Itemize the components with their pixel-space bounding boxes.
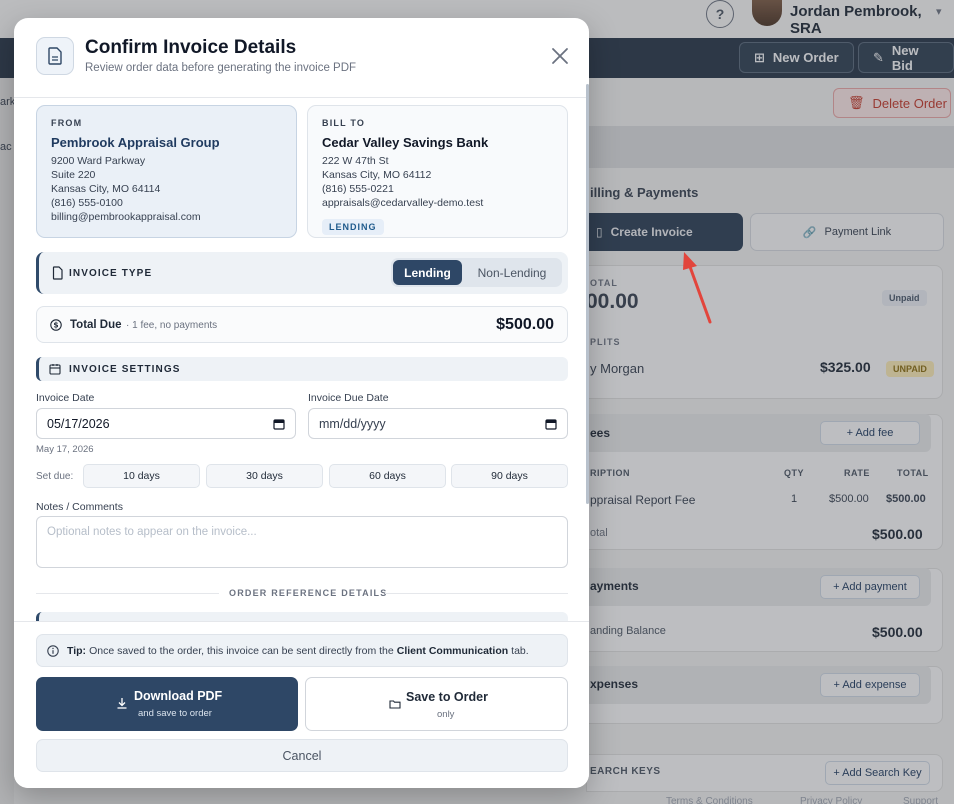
- invoice-settings-header: INVOICE SETTINGS: [36, 357, 568, 381]
- invoice-date-hint: May 17, 2026: [36, 444, 94, 455]
- due-90-days-button[interactable]: 90 days: [451, 464, 568, 488]
- download-icon: [117, 698, 127, 709]
- info-icon: [47, 645, 59, 657]
- due-30-days-button[interactable]: 30 days: [206, 464, 323, 488]
- lending-tag: LENDING: [322, 219, 384, 235]
- download-pdf-sublabel: and save to order: [138, 708, 212, 719]
- bill-to-phone: (816) 555-0221: [322, 183, 394, 195]
- bill-to-city: Kansas City, MO 64112: [322, 169, 432, 181]
- total-due-amount: $500.00: [496, 316, 554, 333]
- bill-to-address1: 222 W 47th St: [322, 155, 389, 167]
- invoice-date-label: Invoice Date: [36, 392, 95, 404]
- non-lending-option[interactable]: Non-Lending: [464, 260, 560, 285]
- bill-to-name: Cedar Valley Savings Bank: [322, 135, 489, 150]
- notes-label: Notes / Comments: [36, 501, 123, 513]
- modal-subtitle: Review order data before generating the …: [85, 62, 357, 74]
- from-name: Pembrook Appraisal Group: [51, 135, 220, 150]
- divider: [385, 593, 568, 594]
- tip-prefix: Tip:: [67, 644, 87, 657]
- download-pdf-label: Download PDF: [134, 689, 223, 703]
- tip-banner: Tip: Once saved to the order, this invoi…: [36, 634, 568, 667]
- modal-scrollbar[interactable]: [586, 84, 589, 504]
- due-date-label: Invoice Due Date: [308, 392, 389, 404]
- from-address2: Suite 220: [51, 169, 96, 181]
- total-due-bar: $ Total Due · 1 fee, no payments $500.00: [36, 306, 568, 343]
- calendar-icon[interactable]: [545, 418, 557, 430]
- due-date-input[interactable]: mm/dd/yyyy: [308, 408, 568, 439]
- invoice-date-value: 05/17/2026: [47, 416, 110, 431]
- bill-to-card: BILL TO Cedar Valley Savings Bank 222 W …: [307, 105, 568, 238]
- from-phone: (816) 555-0100: [51, 197, 123, 209]
- save-to-order-label: Save to Order: [406, 690, 488, 704]
- from-label: FROM: [51, 118, 83, 128]
- save-to-order-sublabel: only: [437, 709, 455, 720]
- total-due-label: Total Due: [70, 319, 122, 331]
- from-address1: 9200 Ward Parkway: [51, 155, 146, 167]
- invoice-settings-label: INVOICE SETTINGS: [69, 364, 181, 375]
- bill-to-email: appraisals@cedarvalley-demo.test: [322, 197, 484, 209]
- tip-emphasis: Client Communication: [396, 644, 509, 657]
- invoice-type-label: INVOICE TYPE: [69, 268, 153, 279]
- set-due-label: Set due:: [36, 471, 74, 482]
- lending-option[interactable]: Lending: [393, 260, 462, 285]
- divider: [36, 593, 219, 594]
- dollar-circle-icon: $: [50, 319, 62, 331]
- calendar-icon: [49, 364, 61, 375]
- due-60-days-button[interactable]: 60 days: [329, 464, 446, 488]
- document-icon: [36, 37, 74, 75]
- invoice-type-toggle: Lending Non-Lending: [391, 258, 562, 287]
- tip-text: Once saved to the order, this invoice ca…: [89, 644, 394, 657]
- cancel-button[interactable]: Cancel: [36, 739, 568, 772]
- tip-text-end: tab.: [511, 644, 529, 657]
- invoice-type-section: INVOICE TYPE Lending Non-Lending: [36, 252, 568, 294]
- svg-text:$: $: [53, 321, 58, 330]
- modal-footer: Tip: Once saved to the order, this invoi…: [14, 621, 589, 788]
- calendar-icon[interactable]: [273, 418, 285, 430]
- close-icon[interactable]: [549, 45, 571, 67]
- due-date-value: mm/dd/yyyy: [319, 416, 386, 431]
- bill-to-label: BILL TO: [322, 118, 366, 128]
- confirm-invoice-modal: Confirm Invoice Details Review order dat…: [14, 18, 589, 788]
- modal-title: Confirm Invoice Details: [85, 37, 297, 58]
- from-email: billing@pembrookappraisal.com: [51, 211, 201, 223]
- due-10-days-button[interactable]: 10 days: [83, 464, 200, 488]
- modal-header: Confirm Invoice Details Review order dat…: [14, 18, 589, 98]
- folder-icon: [389, 700, 401, 709]
- notes-textarea[interactable]: Optional notes to appear on the invoice.…: [36, 516, 568, 568]
- save-to-order-button[interactable]: Save to Order only: [305, 677, 568, 731]
- invoice-date-input[interactable]: 05/17/2026: [36, 408, 296, 439]
- total-due-subtext: · 1 fee, no payments: [126, 320, 218, 331]
- document-icon: [52, 266, 63, 280]
- notes-placeholder: Optional notes to appear on the invoice.…: [47, 526, 257, 538]
- download-pdf-button[interactable]: Download PDF and save to order: [36, 677, 298, 731]
- order-reference-label: ORDER REFERENCE DETAILS: [229, 588, 388, 598]
- from-card: FROM Pembrook Appraisal Group 9200 Ward …: [36, 105, 297, 238]
- annotation-arrow-icon: [683, 252, 712, 324]
- from-city: Kansas City, MO 64114: [51, 183, 161, 195]
